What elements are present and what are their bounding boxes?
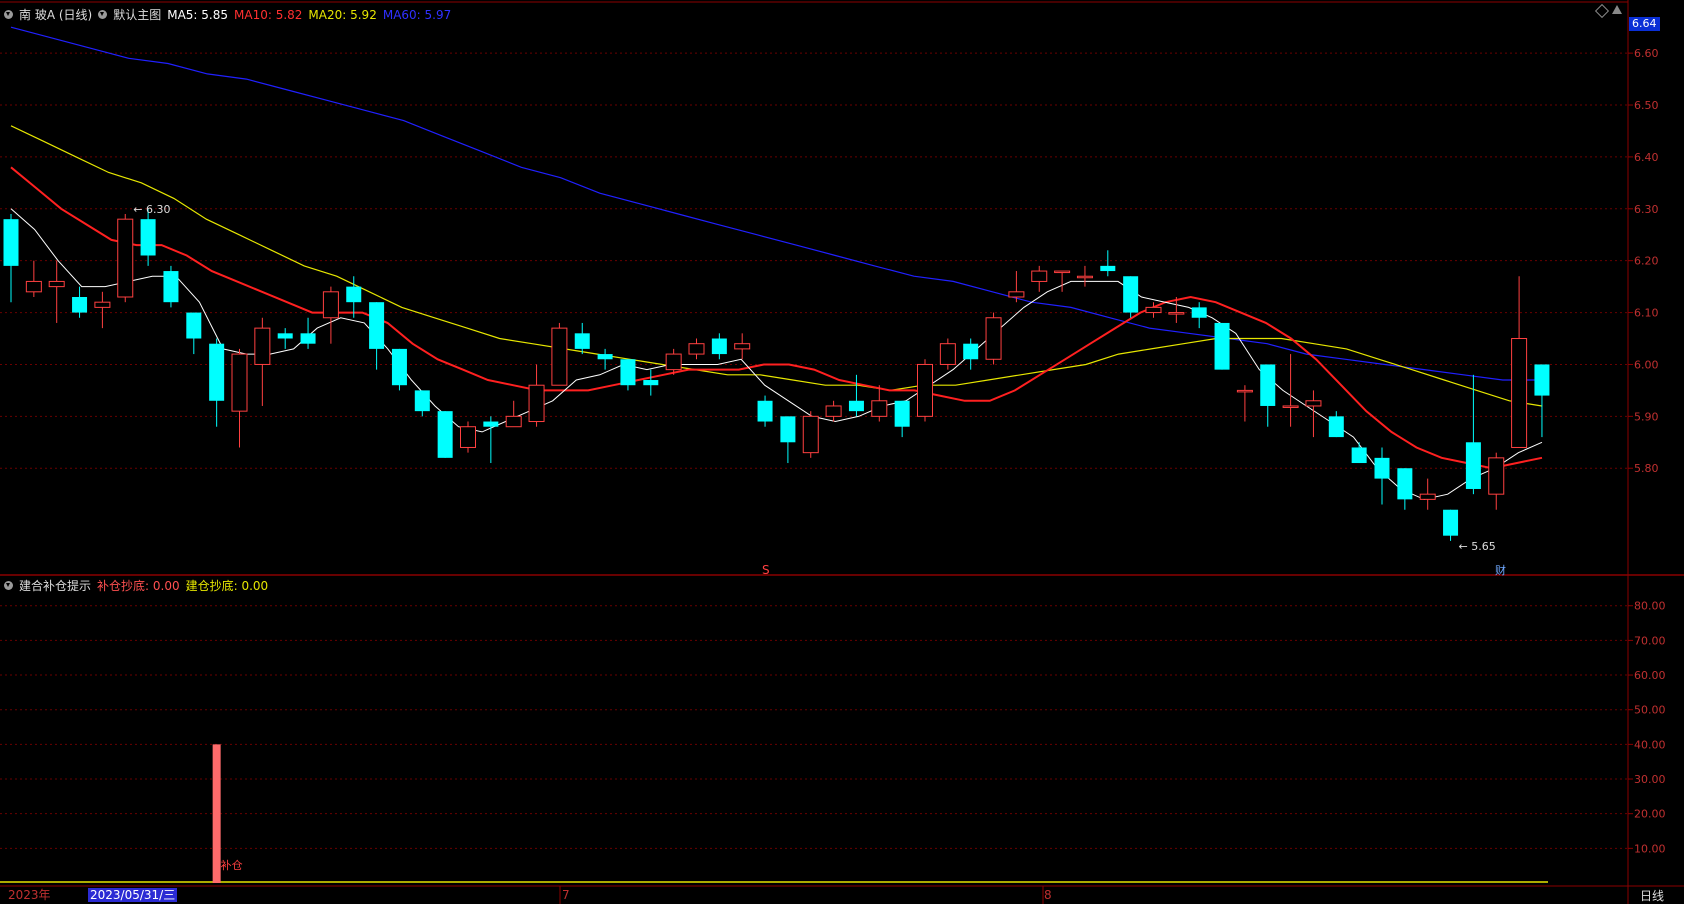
- candle-body-down: [1465, 442, 1481, 489]
- candle-body-up: [117, 218, 134, 298]
- candle-body-up: [939, 343, 956, 365]
- price-tick-label: 6.40: [1634, 151, 1659, 164]
- candle-body-down: [163, 271, 179, 303]
- candle-body-up: [48, 280, 65, 288]
- indicator-tick-label: 50.00: [1634, 704, 1666, 717]
- candle-body-up: [1145, 306, 1162, 314]
- candle-body-down: [3, 219, 19, 266]
- candle-body-down: [894, 400, 910, 427]
- candle-body-up: [1054, 270, 1071, 274]
- price-tick-label: 6.10: [1634, 307, 1659, 320]
- indicator-bar: [212, 744, 221, 883]
- candle-body-up: [460, 426, 476, 448]
- candle-body-up: [25, 280, 42, 293]
- candle-body-down: [414, 390, 430, 412]
- candle-body-down: [277, 333, 293, 339]
- candle-body-up: [1008, 291, 1025, 298]
- candle-body-down: [1351, 447, 1367, 464]
- month-8-label: 8: [1044, 888, 1052, 902]
- price-tick-label: 5.80: [1634, 462, 1659, 475]
- price-tick-label: 6.30: [1634, 203, 1659, 216]
- candle-body-down: [1534, 364, 1550, 396]
- price-tick-label: 6.20: [1634, 255, 1659, 268]
- candle-body-down: [72, 297, 88, 313]
- candle-body-up: [94, 301, 111, 308]
- ma10-line: [10, 166, 1543, 470]
- price-tick-label: 6.60: [1634, 47, 1659, 60]
- candle-body-down: [300, 333, 316, 344]
- cursor-date: 2023/05/31/三: [88, 888, 178, 902]
- price-tick-label: 5.90: [1634, 410, 1659, 423]
- candle-body-down: [597, 354, 613, 360]
- candle-body-up: [1076, 275, 1093, 279]
- candle-body-up: [1168, 312, 1185, 315]
- indicator-tick-label: 80.00: [1634, 600, 1666, 613]
- candle-body-down: [483, 421, 499, 427]
- candle-body-down: [1260, 364, 1276, 406]
- candle-body-down: [369, 302, 385, 349]
- candle-body-up: [528, 384, 545, 423]
- candle-body-down: [1443, 509, 1459, 536]
- price-tick-label: 6.00: [1634, 358, 1659, 371]
- candle-body-down: [620, 359, 636, 386]
- indicator-tick-label: 70.00: [1634, 634, 1666, 647]
- indicator-tick-label: 60.00: [1634, 669, 1666, 682]
- month-7-label: 7: [562, 888, 570, 902]
- candle-body-up: [734, 343, 751, 350]
- candle-body-up: [688, 343, 705, 355]
- candle-body-up: [505, 415, 522, 428]
- low-price-annotation: ← 5.65: [1459, 540, 1496, 553]
- candle-body-up: [322, 291, 339, 319]
- indicator-bar-label: 补仓: [221, 858, 243, 872]
- ma60-line: [10, 26, 1542, 381]
- price-tick-label: 6.50: [1634, 99, 1659, 112]
- candle-body-down: [140, 219, 156, 256]
- dividend-mark: S: [762, 563, 770, 577]
- candle-body-down: [963, 343, 979, 360]
- candle-body-up: [825, 405, 842, 417]
- candle-body-down: [711, 338, 727, 355]
- stock-chart[interactable]: 6.60 6.50 6.40 6.30 6.20 6.10 6.00 5.90 5.80 80.0…: [0, 0, 1684, 904]
- candle-body-up: [917, 363, 933, 417]
- candle-body-up: [665, 353, 682, 371]
- candle-body-down: [1374, 457, 1390, 479]
- candle-body-down: [848, 400, 864, 412]
- candle-body-up: [1511, 338, 1528, 448]
- candle-body-down: [780, 416, 796, 443]
- indicator-tick-label: 20.00: [1634, 808, 1666, 821]
- indicator-tick-label: 10.00: [1634, 842, 1666, 855]
- candle-body-up: [551, 327, 568, 386]
- candle-body-down: [1123, 276, 1139, 313]
- indicator-tick-label: 40.00: [1634, 738, 1666, 751]
- candle-body-down: [1397, 468, 1413, 500]
- candle-body-down: [209, 343, 225, 401]
- candle-body-up: [985, 317, 1002, 360]
- candle-body-up: [1419, 493, 1436, 500]
- candle-body-up: [231, 353, 248, 412]
- report-mark: 财: [1495, 563, 1506, 577]
- candle-body-up: [1236, 389, 1253, 393]
- candle-body-down: [1328, 416, 1344, 438]
- period-button[interactable]: 日线: [1640, 887, 1664, 904]
- candle-body-up: [1282, 405, 1299, 408]
- year-label: 2023年: [8, 888, 51, 902]
- candle-body-down: [391, 348, 407, 386]
- candle-body-down: [1214, 322, 1230, 370]
- candle-body-down: [757, 400, 773, 422]
- candle-body-down: [437, 411, 453, 458]
- candle-body-down: [1191, 307, 1207, 318]
- candle-body-up: [1305, 400, 1322, 407]
- candle-body-up: [1031, 270, 1048, 282]
- candle-body-down: [186, 312, 202, 339]
- candle-body-down: [643, 380, 659, 386]
- candle-body-up: [802, 415, 819, 454]
- candle-body-down: [574, 333, 590, 349]
- candle-body-up: [254, 327, 271, 365]
- candle-body-up: [871, 400, 888, 417]
- candle-body-down: [1100, 265, 1116, 272]
- indicator-tick-label: 30.00: [1634, 773, 1666, 786]
- candle-body-up: [1488, 457, 1505, 495]
- candle-body-down: [346, 286, 362, 303]
- high-price-annotation: ← 6.30: [133, 203, 170, 216]
